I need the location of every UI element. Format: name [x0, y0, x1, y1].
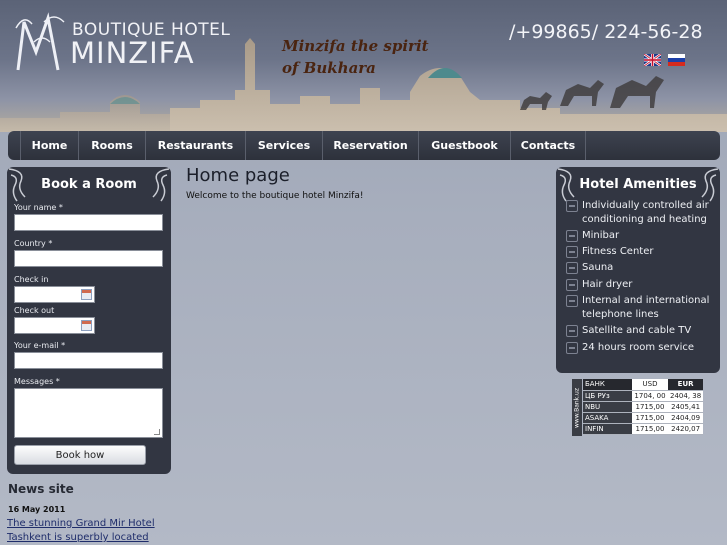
news-link[interactable]: Tashkent is superbly located [7, 532, 149, 543]
sauna-icon [566, 262, 578, 274]
amenities-title: Hotel Amenities [579, 177, 697, 192]
news-link[interactable]: The stunning Grand Mir Hotel [7, 518, 155, 529]
calendar-icon[interactable] [81, 320, 92, 331]
nav-item-rooms[interactable]: Rooms [79, 131, 146, 160]
name-label: Your name * [14, 203, 63, 212]
resize-handle-icon[interactable] [154, 429, 160, 435]
table-row: INFIN 1715,00 2420,07 [583, 423, 704, 435]
email-field[interactable] [14, 352, 163, 369]
bank-name: NBU [583, 401, 632, 413]
nav-item-reservation[interactable]: Reservation [323, 131, 419, 160]
nav-item-services[interactable]: Services [246, 131, 323, 160]
rates-header-row: БАНК USD EUR [583, 379, 704, 391]
welcome-text: Welcome to the boutique hotel Minzifa! [186, 191, 364, 201]
amenity-label: Minibar [582, 230, 620, 241]
nav-item-guestbook[interactable]: Guestbook [419, 131, 511, 160]
checkout-label: Check out [14, 306, 55, 315]
amenity-label: Sauna [582, 262, 614, 273]
exchange-rates-widget[interactable]: www.Bank.uz БАНК USD EUR ЦБ РУз 1704, 00… [572, 379, 704, 436]
name-field[interactable] [14, 214, 163, 231]
table-row: ЦБ РУз 1704, 00 2404, 38 [583, 390, 704, 402]
rates-table: БАНК USD EUR ЦБ РУз 1704, 00 2404, 38 NB… [583, 379, 704, 435]
air-conditioning-icon [566, 200, 578, 212]
amenity-item: Fitness Center [566, 245, 714, 259]
bank-header: БАНК [583, 379, 632, 391]
usd-rate: 1715,00 [632, 401, 668, 413]
news-heading: News site [8, 482, 74, 496]
usd-rate: 1715,00 [632, 412, 668, 424]
hotel-logo-icon [15, 12, 65, 71]
booking-title: Book a Room [41, 177, 137, 192]
rates-source-label: www.Bank.uz [572, 379, 582, 436]
booking-panel: Book a Room Your name * Country * Check … [7, 167, 171, 474]
bank-name: ЦБ РУз [583, 390, 632, 402]
tagline-line-2: of Bukhara [282, 59, 376, 77]
news-date: 16 May 2011 [8, 505, 66, 514]
fitness-icon [566, 246, 578, 258]
bank-name: INFIN [583, 423, 632, 435]
checkin-label: Check in [14, 275, 49, 284]
amenity-item: 24 hours room service [566, 341, 714, 355]
checkout-field[interactable] [14, 317, 95, 334]
amenity-label: 24 hours room service [582, 342, 695, 353]
amenity-item: Sauna [566, 261, 714, 275]
table-row: ASAKA 1715,00 2404,09 [583, 412, 704, 424]
room-service-icon [566, 342, 578, 354]
bank-name: ASAKA [583, 412, 632, 424]
eur-header: EUR [668, 379, 704, 391]
amenity-label: Satellite and cable TV [582, 325, 692, 336]
eur-rate: 2405,41 [668, 401, 704, 413]
page-title: Home page [186, 165, 290, 186]
checkin-field[interactable] [14, 286, 95, 303]
tagline-line-1: Minzifa the spirit [282, 37, 429, 55]
calendar-icon[interactable] [81, 289, 92, 300]
nav-item-restaurants[interactable]: Restaurants [146, 131, 246, 160]
eur-rate: 2404,09 [668, 412, 704, 424]
nav-item-home[interactable]: Home [20, 131, 79, 160]
ornament-corner-icon [701, 168, 719, 202]
usd-rate: 1704, 00 [632, 390, 668, 402]
eur-rate: 2420,07 [668, 423, 704, 435]
logo-name: MINZIFA [70, 36, 195, 70]
country-field[interactable] [14, 250, 163, 267]
table-row: NBU 1715,00 2405,41 [583, 401, 704, 413]
english-flag-icon[interactable] [644, 54, 661, 66]
russian-flag-icon[interactable] [668, 54, 685, 66]
amenities-panel: Hotel Amenities Individually controlled … [556, 167, 720, 373]
amenity-label: Hair dryer [582, 279, 633, 290]
minibar-icon [566, 230, 578, 242]
messages-label: Messages * [14, 377, 60, 386]
amenity-item: Individually controlled air conditioning… [566, 199, 714, 227]
tagline: Minzifa the spirit of Bukhara [282, 35, 452, 79]
ornament-corner-icon [557, 168, 575, 202]
telephone-icon [566, 295, 578, 307]
amenity-item: Minibar [566, 229, 714, 243]
email-label: Your e-mail * [14, 341, 66, 350]
usd-rate: 1715,00 [632, 423, 668, 435]
amenity-label: Internal and international telephone lin… [582, 295, 710, 320]
country-label: Country * [14, 239, 53, 248]
nav-item-contacts[interactable]: Contacts [511, 131, 586, 160]
phone-number: /+99865/ 224-56-28 [509, 21, 703, 43]
site-header: BOUTIQUE HOTEL MINZIFA Minzifa the spiri… [0, 0, 727, 132]
tv-icon [566, 325, 578, 337]
usd-header: USD [632, 379, 668, 391]
amenity-item: Satellite and cable TV [566, 324, 714, 338]
amenity-label: Individually controlled air conditioning… [582, 200, 709, 225]
book-button[interactable]: Book how [14, 445, 146, 465]
ornament-corner-icon [152, 168, 170, 202]
ornament-corner-icon [8, 168, 26, 202]
amenity-item: Hair dryer [566, 278, 714, 292]
messages-field[interactable] [14, 388, 163, 438]
main-navigation: Home Rooms Restaurants Services Reservat… [8, 131, 720, 160]
eur-rate: 2404, 38 [668, 390, 704, 402]
amenity-label: Fitness Center [582, 246, 654, 257]
amenity-item: Internal and international telephone lin… [566, 294, 714, 322]
hair-dryer-icon [566, 279, 578, 291]
